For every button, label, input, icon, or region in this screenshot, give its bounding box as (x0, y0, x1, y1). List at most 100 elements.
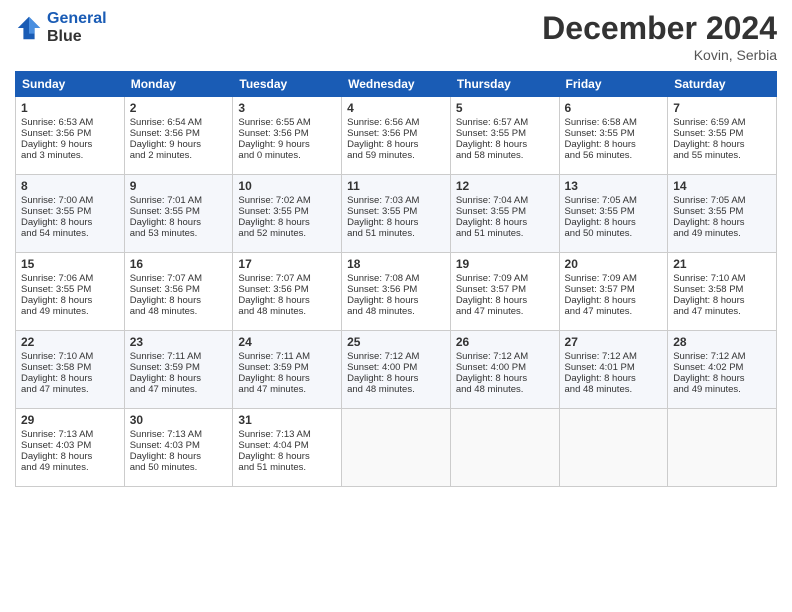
calendar-cell: 28Sunrise: 7:12 AMSunset: 4:02 PMDayligh… (668, 331, 777, 409)
day-info-line: Sunrise: 7:12 AM (673, 351, 771, 362)
day-number: 6 (565, 101, 663, 115)
day-info-line: and 51 minutes. (238, 462, 336, 473)
day-info-line: Sunrise: 6:59 AM (673, 117, 771, 128)
day-info-line: Sunset: 3:55 PM (347, 206, 445, 217)
calendar-table: SundayMondayTuesdayWednesdayThursdayFrid… (15, 71, 777, 487)
calendar-cell: 1Sunrise: 6:53 AMSunset: 3:56 PMDaylight… (16, 97, 125, 175)
day-info-line: Sunrise: 7:02 AM (238, 195, 336, 206)
day-info-line: Sunset: 3:55 PM (456, 128, 554, 139)
day-info-line: and 49 minutes. (21, 462, 119, 473)
calendar-cell: 12Sunrise: 7:04 AMSunset: 3:55 PMDayligh… (450, 175, 559, 253)
day-info-line: Daylight: 8 hours (456, 295, 554, 306)
calendar-day-header: Monday (124, 72, 233, 97)
calendar-cell: 22 Sunrise: 7:10 AMSunset: 3:58 PMDayligh… (16, 331, 125, 409)
day-info-line: Daylight: 8 hours (21, 373, 119, 384)
calendar-week-row: 22Sunrise: 7:10 AMSunset: 3:58 PMDayligh… (16, 331, 777, 409)
day-info-line: Sunrise: 7:10 AM (673, 273, 771, 284)
day-info-line: and 48 minutes. (565, 384, 663, 395)
day-info-line: and 47 minutes. (565, 306, 663, 317)
day-info-line: Daylight: 8 hours (130, 217, 228, 228)
day-info-line: Sunset: 4:03 PM (21, 440, 119, 451)
day-info-line: Sunset: 4:02 PM (673, 362, 771, 373)
day-info-line: Sunrise: 7:07 AM (238, 273, 336, 284)
day-info-line: Daylight: 8 hours (347, 295, 445, 306)
day-info-line: Sunset: 3:58 PM (21, 362, 119, 373)
day-info-line: and 47 minutes. (456, 306, 554, 317)
day-info-line: Sunset: 4:00 PM (347, 362, 445, 373)
day-info-line: Sunset: 3:55 PM (456, 206, 554, 217)
day-info-line: Sunset: 4:03 PM (130, 440, 228, 451)
day-info-line: and 53 minutes. (130, 228, 228, 239)
day-info-line: Sunset: 3:56 PM (347, 284, 445, 295)
day-info-line: Sunrise: 7:10 AM (21, 351, 119, 362)
day-info-line: and 52 minutes. (238, 228, 336, 239)
calendar-header-row: SundayMondayTuesdayWednesdayThursdayFrid… (16, 72, 777, 97)
calendar-cell (450, 409, 559, 487)
calendar-cell: 8Sunrise: 7:00 AMSunset: 3:55 PMDaylight… (16, 175, 125, 253)
day-info-line: and 47 minutes. (238, 384, 336, 395)
day-info-line: Daylight: 8 hours (238, 217, 336, 228)
logo-text: General Blue (47, 10, 107, 45)
day-info-line: Daylight: 8 hours (21, 451, 119, 462)
day-info-line: Sunset: 3:56 PM (238, 284, 336, 295)
calendar-cell: 15Sunrise: 7:06 AMSunset: 3:55 PMDayligh… (16, 253, 125, 331)
calendar-cell: 23Sunrise: 7:11 AMSunset: 3:59 PMDayligh… (124, 331, 233, 409)
day-info-line: Sunset: 3:57 PM (565, 284, 663, 295)
calendar-cell: 24Sunrise: 7:11 AMSunset: 3:59 PMDayligh… (233, 331, 342, 409)
calendar-cell: 20 Sunrise: 7:09 AMSunset: 3:57 PMDayligh… (559, 253, 668, 331)
calendar-day-header: Thursday (450, 72, 559, 97)
day-info-line: Sunrise: 7:09 AM (565, 273, 663, 284)
day-number: 28 (673, 335, 771, 349)
day-info-line: Sunset: 3:55 PM (673, 128, 771, 139)
month-title: December 2024 (542, 10, 777, 47)
day-info-line: Sunset: 3:56 PM (238, 128, 336, 139)
calendar-cell: 18Sunrise: 7:08 AMSunset: 3:56 PMDayligh… (342, 253, 451, 331)
day-number: 22 (21, 335, 119, 349)
day-info-line: and 48 minutes. (456, 384, 554, 395)
calendar-day-header: Tuesday (233, 72, 342, 97)
day-info-line: Daylight: 9 hours (21, 139, 119, 150)
day-info-line: Sunrise: 6:54 AM (130, 117, 228, 128)
calendar-cell: 4Sunrise: 6:56 AMSunset: 3:56 PMDaylight… (342, 97, 451, 175)
day-info-line: Sunrise: 6:55 AM (238, 117, 336, 128)
day-number: 20 (565, 257, 663, 271)
day-info-line: Sunrise: 7:04 AM (456, 195, 554, 206)
day-info-line: Sunrise: 7:06 AM (21, 273, 119, 284)
day-number: 3 (238, 101, 336, 115)
day-info-line: and 58 minutes. (456, 150, 554, 161)
day-number: 8 (21, 179, 119, 193)
day-info-line: Sunset: 3:55 PM (21, 206, 119, 217)
day-number: 16 (130, 257, 228, 271)
day-info-line: Daylight: 8 hours (565, 295, 663, 306)
day-info-line: Daylight: 8 hours (673, 139, 771, 150)
day-number: 29 (21, 413, 119, 427)
day-info-line: Sunrise: 6:56 AM (347, 117, 445, 128)
calendar-cell (559, 409, 668, 487)
calendar-day-header: Wednesday (342, 72, 451, 97)
day-info-line: and 48 minutes. (238, 306, 336, 317)
day-number: 17 (238, 257, 336, 271)
calendar-cell: 27Sunrise: 7:12 AMSunset: 4:01 PMDayligh… (559, 331, 668, 409)
calendar-day-header: Saturday (668, 72, 777, 97)
day-info-line: Daylight: 8 hours (238, 373, 336, 384)
day-info-line: Daylight: 8 hours (565, 217, 663, 228)
day-info-line: Daylight: 8 hours (130, 295, 228, 306)
day-info-line: and 56 minutes. (565, 150, 663, 161)
day-number: 18 (347, 257, 445, 271)
day-info-line: Daylight: 9 hours (130, 139, 228, 150)
day-info-line: Sunrise: 7:13 AM (130, 429, 228, 440)
calendar-cell: 7Sunrise: 6:59 AMSunset: 3:55 PMDaylight… (668, 97, 777, 175)
day-number: 15 (21, 257, 119, 271)
day-info-line: Daylight: 8 hours (456, 373, 554, 384)
day-info-line: Daylight: 8 hours (673, 217, 771, 228)
day-info-line: Daylight: 8 hours (347, 139, 445, 150)
calendar-cell: 31Sunrise: 7:13 AMSunset: 4:04 PMDayligh… (233, 409, 342, 487)
calendar-body: 1Sunrise: 6:53 AMSunset: 3:56 PMDaylight… (16, 97, 777, 487)
day-info-line: Sunrise: 7:12 AM (565, 351, 663, 362)
calendar-cell: 5Sunrise: 6:57 AMSunset: 3:55 PMDaylight… (450, 97, 559, 175)
day-info-line: Sunset: 3:57 PM (456, 284, 554, 295)
day-info-line: Sunset: 3:56 PM (347, 128, 445, 139)
calendar-cell: 30Sunrise: 7:13 AMSunset: 4:03 PMDayligh… (124, 409, 233, 487)
calendar-cell: 25Sunrise: 7:12 AMSunset: 4:00 PMDayligh… (342, 331, 451, 409)
day-info-line: Sunrise: 7:01 AM (130, 195, 228, 206)
